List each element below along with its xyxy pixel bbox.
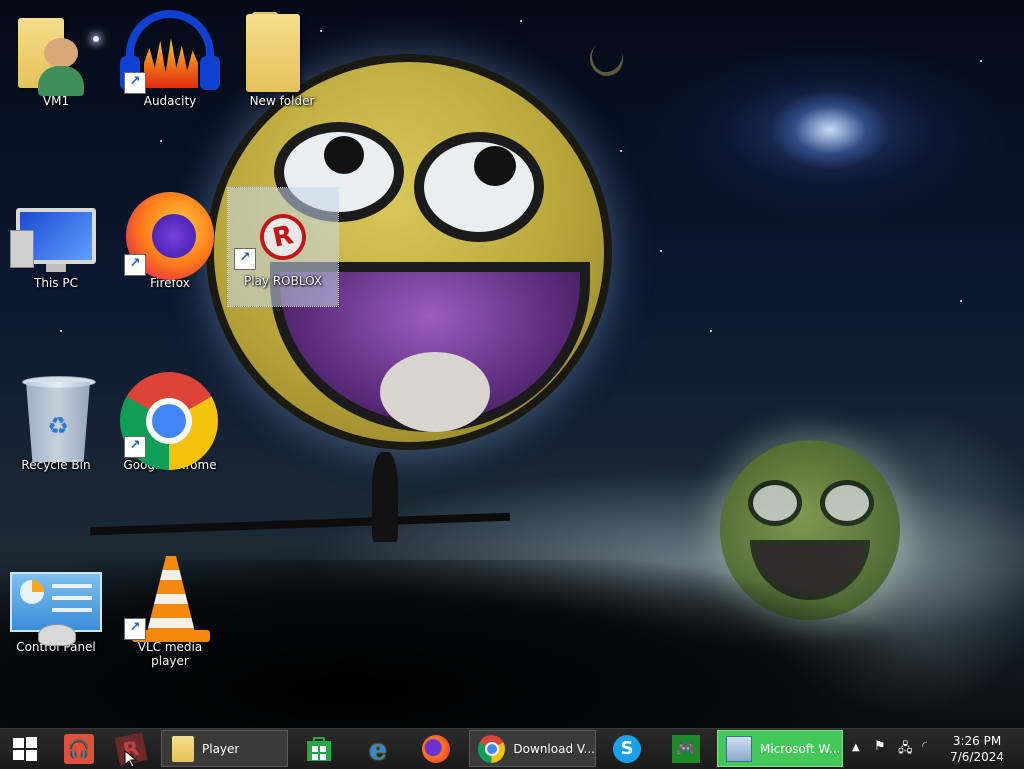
mouse-glyph: [38, 624, 76, 646]
taskbar-pinned-skype[interactable]: S: [606, 731, 648, 767]
desktop-icon-label: Audacity: [143, 94, 197, 108]
star: [710, 330, 712, 332]
taskbar-window-label: Download V...: [513, 741, 595, 756]
firefox-icon: ↗: [120, 190, 220, 280]
audacity-icon: ↗: [120, 8, 220, 96]
small-smiley-eye: [820, 480, 874, 526]
taskbar-pinned-xbox[interactable]: 🎮: [664, 731, 708, 767]
slider-line: [52, 596, 92, 600]
recycle-symbol: ♻: [47, 412, 69, 440]
pie-chart-glyph: [20, 580, 44, 604]
taskbar-pinned-store[interactable]: [298, 731, 340, 767]
internet-explorer-icon: e: [369, 732, 387, 766]
star: [60, 330, 62, 332]
desktop-icon-label: VM1: [42, 94, 70, 108]
shortcut-arrow-icon: ↗: [124, 72, 146, 94]
desktop-icon-new-folder[interactable]: New folder: [232, 8, 332, 108]
taskbar-pinned-firefox[interactable]: [414, 731, 458, 767]
control-panel-icon: [6, 554, 106, 646]
shortcut-arrow-icon: ↗: [234, 248, 256, 270]
pier-silhouette: [89, 512, 511, 536]
smiley-left-pupil: [324, 136, 364, 174]
desktop-icon-this-pc[interactable]: This PC: [6, 190, 106, 290]
firefox-globe: [152, 214, 196, 258]
taskbar-window-label: Microsoft W...: [760, 741, 841, 756]
slider-line: [52, 608, 92, 612]
desktop-icon-google-chrome[interactable]: ↗ Google Chrome: [120, 372, 220, 472]
star: [980, 60, 982, 62]
star: [620, 150, 622, 152]
taskbar-window-download[interactable]: Download V...: [469, 730, 596, 767]
taskbar-pinned-headphones-app[interactable]: 🎧: [58, 731, 100, 767]
star: [960, 300, 962, 302]
desktop-icon-label: VLC media player: [137, 640, 203, 668]
vlc-icon: ↗: [120, 554, 220, 642]
headphones-app-icon: 🎧: [64, 734, 94, 764]
flag-icon[interactable]: ⚑: [874, 739, 886, 754]
star: [160, 140, 162, 142]
recycle-bin-icon: ♻: [6, 372, 106, 462]
skype-icon: S: [613, 735, 641, 763]
desktop-icon-play-roblox[interactable]: R ↗ Play ROBLOX: [227, 187, 339, 307]
xbox-icon: 🎮: [672, 735, 700, 763]
start-button[interactable]: [0, 731, 50, 767]
busy-icon: ◜: [922, 739, 928, 754]
user-head: [44, 38, 78, 68]
chrome-center: [152, 404, 186, 438]
smiley-right-pupil: [474, 146, 516, 186]
small-smiley-eye: [748, 480, 802, 526]
windows-start-icon: [13, 737, 37, 761]
shortcut-arrow-icon: ↗: [124, 436, 146, 458]
store-icon: [307, 737, 331, 761]
computer-icon: [6, 190, 106, 278]
woman-silhouette: [372, 452, 398, 542]
clock-time: 3:26 PM: [952, 734, 1002, 748]
smiley-tongue: [380, 352, 490, 432]
star: [520, 20, 522, 22]
shortcut-arrow-icon: ↗: [124, 618, 146, 640]
installer-icon: [726, 735, 752, 762]
taskbar: 🎧 R Player e Download V... S 🎮 Microsoft: [0, 728, 1024, 769]
desktop-icon-control-panel[interactable]: Control Panel: [6, 554, 106, 654]
roblox-logo: R: [255, 209, 311, 265]
taskbar-window-player[interactable]: Player: [161, 730, 288, 767]
taskbar-window-label: Player: [202, 741, 240, 756]
folder-icon: [232, 8, 332, 96]
show-hidden-icons-chevron[interactable]: ▲: [852, 742, 860, 753]
taskbar-pinned-internet-explorer[interactable]: e: [356, 731, 400, 767]
desktop-icon-vm1[interactable]: VM1: [6, 8, 106, 108]
chrome-icon: ↗: [120, 372, 220, 470]
smiley-right-eye: [414, 132, 544, 242]
desktop-background: VM1 ↗ Audacity New folder This PC ↗ Fire…: [0, 0, 1024, 728]
folder-shape: [246, 14, 300, 92]
shortcut-arrow-icon: ↗: [124, 254, 146, 276]
firefox-taskbar-icon: [422, 735, 450, 763]
mouse-cursor-icon: [124, 750, 138, 768]
desktop-icon-audacity[interactable]: ↗ Audacity: [120, 8, 220, 108]
user-folder-icon: [6, 8, 106, 96]
pc-tower: [10, 230, 34, 268]
traffic-cone: [146, 556, 196, 636]
desktop-icon-label: New folder: [249, 94, 315, 108]
crescent-moon: [583, 36, 630, 82]
slider-line: [52, 584, 92, 588]
roblox-icon: R ↗: [228, 188, 338, 276]
desktop-icon-recycle-bin[interactable]: ♻ Recycle Bin: [6, 372, 106, 472]
chrome-icon: [478, 734, 506, 763]
right-earcup: [200, 56, 220, 90]
desktop-icon-label: This PC: [34, 276, 78, 290]
star: [660, 250, 662, 252]
user-body: [38, 66, 84, 96]
network-icon[interactable]: 🖧: [898, 739, 913, 761]
desktop-icon-firefox[interactable]: ↗ Firefox: [120, 190, 220, 290]
taskbar-window-microsoft[interactable]: Microsoft W...: [717, 730, 843, 767]
taskbar-clock[interactable]: 3:26 PM 7/6/2024: [950, 733, 1004, 765]
panel-window: [10, 572, 102, 632]
desktop-icon-label: Play ROBLOX: [243, 274, 322, 288]
monitor-stand: [46, 264, 66, 272]
clock-date: 7/6/2024: [950, 750, 1004, 764]
desktop-icon-vlc[interactable]: ↗ VLC media player: [120, 554, 220, 668]
folder-icon: [172, 735, 194, 762]
